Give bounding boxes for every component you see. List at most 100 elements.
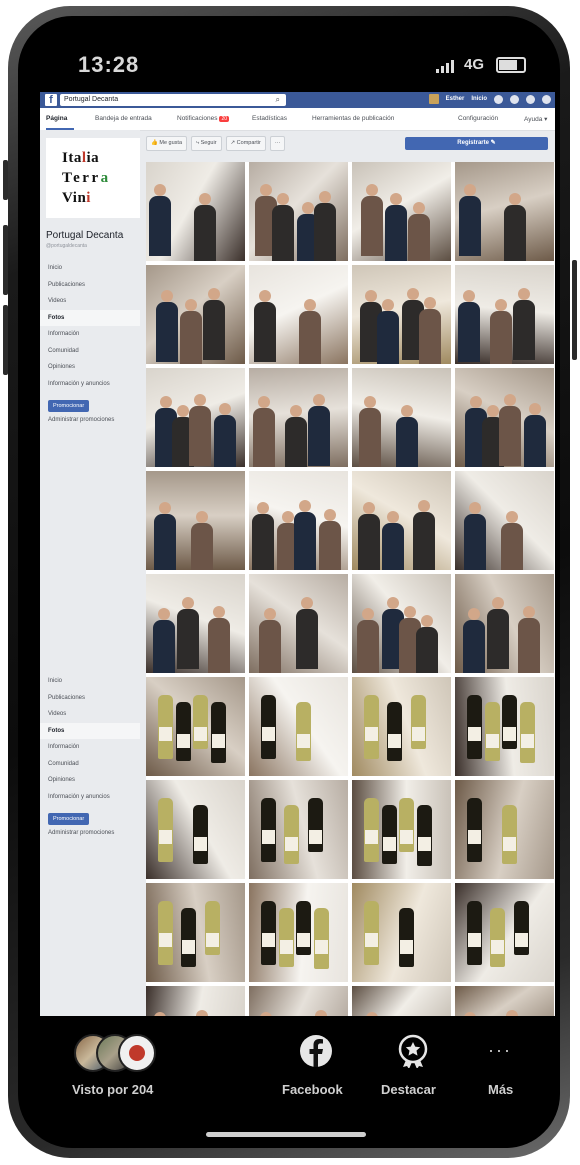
messages-icon[interactable] bbox=[510, 94, 519, 104]
help-icon[interactable] bbox=[542, 94, 551, 104]
tab-page[interactable]: Página bbox=[46, 115, 67, 122]
photo-thumbnail[interactable] bbox=[455, 677, 554, 776]
promote-button[interactable]: Promocionar bbox=[48, 813, 90, 825]
friends-icon[interactable] bbox=[494, 94, 503, 104]
photo-thumbnail[interactable] bbox=[352, 368, 451, 467]
facebook-label[interactable]: Facebook bbox=[282, 1082, 343, 1097]
nav-informacion[interactable]: Información bbox=[40, 739, 140, 756]
nav-opiniones[interactable]: Opiniones bbox=[40, 772, 140, 789]
photo-thumbnail[interactable] bbox=[249, 574, 348, 673]
tab-publishing-tools[interactable]: Herramientas de publicación bbox=[312, 115, 394, 122]
more-label[interactable]: Más bbox=[488, 1082, 513, 1097]
nav-videos[interactable]: Videos bbox=[40, 706, 140, 723]
wine-bottle bbox=[181, 908, 197, 967]
nav-opiniones[interactable]: Opiniones bbox=[40, 359, 140, 376]
tab-insights[interactable]: Estadísticas bbox=[252, 115, 287, 122]
person-figure bbox=[154, 184, 166, 196]
photo-thumbnail[interactable] bbox=[352, 574, 451, 673]
photo-thumbnail[interactable] bbox=[352, 162, 451, 261]
nav-info-anuncios[interactable]: Información y anuncios bbox=[40, 789, 140, 806]
facebook-logo-icon[interactable]: f bbox=[45, 94, 57, 106]
photo-thumbnail[interactable] bbox=[352, 677, 451, 776]
photo-thumbnail[interactable] bbox=[455, 780, 554, 879]
photo-thumbnail[interactable] bbox=[455, 883, 554, 982]
photo-thumbnail[interactable] bbox=[146, 780, 245, 879]
photo-thumbnail[interactable] bbox=[249, 677, 348, 776]
nav-publicaciones[interactable]: Publicaciones bbox=[40, 690, 140, 707]
page-handle[interactable]: @portugaldecanta bbox=[46, 243, 87, 249]
photo-thumbnail[interactable] bbox=[249, 162, 348, 261]
photo-thumbnail[interactable] bbox=[146, 574, 245, 673]
photo-thumbnail[interactable] bbox=[455, 986, 554, 1016]
tab-help[interactable]: Ayuda ▾ bbox=[524, 115, 547, 123]
like-button[interactable]: 👍 Me gusta bbox=[146, 136, 188, 151]
more-dots-icon[interactable]: ··· bbox=[488, 1041, 522, 1059]
photo-thumbnail[interactable] bbox=[146, 368, 245, 467]
wine-bottle bbox=[278, 908, 294, 967]
photo-thumbnail[interactable] bbox=[352, 471, 451, 570]
person-figure bbox=[504, 394, 516, 406]
person-body bbox=[254, 302, 276, 362]
nav-comunidad[interactable]: Comunidad bbox=[40, 343, 140, 360]
photo-thumbnail[interactable] bbox=[146, 986, 245, 1016]
photo-thumbnail[interactable] bbox=[455, 574, 554, 673]
follow-button[interactable]: ⤷ Seguir bbox=[191, 136, 222, 151]
photo-thumbnail[interactable] bbox=[146, 471, 245, 570]
photo-thumbnail[interactable] bbox=[455, 265, 554, 364]
promote-button[interactable]: Promocionar bbox=[48, 400, 90, 412]
home-indicator[interactable] bbox=[206, 1132, 366, 1137]
photo-thumbnail[interactable] bbox=[146, 677, 245, 776]
photo-thumbnail[interactable] bbox=[352, 986, 451, 1016]
photo-thumbnail[interactable] bbox=[249, 986, 348, 1016]
bottle-label bbox=[182, 940, 196, 954]
photo-thumbnail[interactable] bbox=[146, 265, 245, 364]
photo-thumbnail[interactable] bbox=[352, 265, 451, 364]
bottle-label bbox=[159, 830, 172, 844]
nav-fotos[interactable]: Fotos bbox=[40, 309, 140, 326]
manage-promotions-link[interactable]: Administrar promociones bbox=[40, 830, 140, 836]
tab-notifications[interactable]: Notificaciones 20 bbox=[177, 115, 230, 122]
photo-thumbnail[interactable] bbox=[455, 471, 554, 570]
viewers-thumbnails[interactable] bbox=[74, 1034, 166, 1072]
nav-comunidad[interactable]: Comunidad bbox=[40, 756, 140, 773]
facebook-icon[interactable] bbox=[299, 1034, 333, 1068]
nav-publicaciones[interactable]: Publicaciones bbox=[40, 277, 140, 294]
bottle-label bbox=[417, 837, 431, 851]
nav-info-anuncios[interactable]: Información y anuncios bbox=[40, 376, 140, 393]
page-name[interactable]: Portugal Decanta bbox=[46, 230, 123, 241]
more-button[interactable]: ··· bbox=[269, 136, 286, 151]
home-link[interactable]: Inicio bbox=[471, 96, 487, 102]
nav-inicio[interactable]: Inicio bbox=[40, 260, 140, 277]
page-profile-picture[interactable]: Italia Terra Vini bbox=[46, 138, 140, 218]
highlight-icon[interactable] bbox=[396, 1034, 430, 1068]
nav-informacion[interactable]: Información bbox=[40, 326, 140, 343]
search-icon[interactable]: ⌕ bbox=[276, 94, 280, 106]
profile-name-link[interactable]: Esther bbox=[446, 96, 465, 102]
photo-thumbnail[interactable] bbox=[249, 471, 348, 570]
photo-thumbnail[interactable] bbox=[455, 368, 554, 467]
tab-settings[interactable]: Configuración bbox=[458, 115, 498, 122]
register-button[interactable]: Registrarte ✎ bbox=[405, 137, 548, 150]
photo-thumbnail[interactable] bbox=[249, 368, 348, 467]
highlight-label[interactable]: Destacar bbox=[381, 1082, 436, 1097]
nav-fotos[interactable]: Fotos bbox=[40, 722, 140, 739]
tab-inbox[interactable]: Bandeja de entrada bbox=[95, 115, 152, 122]
notifications-icon[interactable] bbox=[526, 94, 535, 104]
nav-inicio[interactable]: Inicio bbox=[40, 673, 140, 690]
photo-thumbnail[interactable] bbox=[249, 883, 348, 982]
photo-thumbnail[interactable] bbox=[146, 883, 245, 982]
search-input[interactable]: Portugal Decanta ⌕ bbox=[60, 94, 286, 106]
profile-avatar[interactable] bbox=[428, 94, 439, 104]
photo-thumbnail[interactable] bbox=[249, 265, 348, 364]
photo-thumbnail[interactable] bbox=[455, 162, 554, 261]
wine-bottle bbox=[307, 798, 323, 852]
follow-label: Seguir bbox=[200, 140, 217, 146]
seen-by-label[interactable]: Visto por 204 bbox=[72, 1082, 153, 1097]
photo-thumbnail[interactable] bbox=[146, 162, 245, 261]
photo-thumbnail[interactable] bbox=[352, 780, 451, 879]
share-button[interactable]: ↗ Compartir bbox=[225, 136, 266, 151]
manage-promotions-link[interactable]: Administrar promociones bbox=[40, 417, 140, 423]
photo-thumbnail[interactable] bbox=[249, 780, 348, 879]
nav-videos[interactable]: Videos bbox=[40, 293, 140, 310]
photo-thumbnail[interactable] bbox=[352, 883, 451, 982]
